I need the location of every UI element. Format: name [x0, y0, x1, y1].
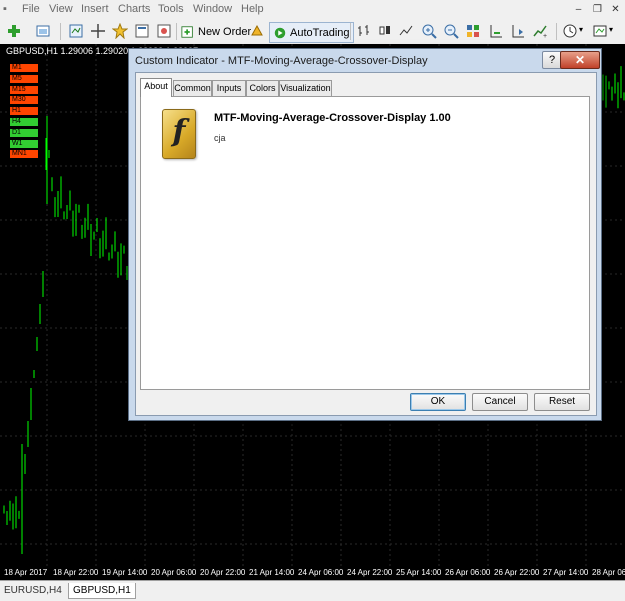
cancel-button[interactable]: Cancel: [472, 393, 528, 411]
tab-visualization[interactable]: Visualization: [279, 80, 332, 96]
timeframe-w1: W1: [10, 139, 38, 148]
time-axis: 18 Apr 2017 18 Apr 22:00 19 Apr 14:00 20 Ap…: [0, 566, 625, 580]
profiles-icon[interactable]: [35, 23, 51, 39]
toolbar-separator: [176, 23, 177, 40]
time-label: 24 Apr 22:00: [347, 568, 393, 577]
time-label: 18 Apr 22:00: [53, 568, 99, 577]
toolbar-separator: [60, 23, 61, 40]
new-order-label: New Order: [198, 25, 252, 38]
time-label: 20 Apr 22:00: [200, 568, 246, 577]
terminal-icon[interactable]: [134, 23, 150, 39]
navigator-icon[interactable]: [112, 23, 128, 39]
custom-indicator-dialog: Custom Indicator - MTF-Moving-Average-Cr…: [128, 48, 602, 421]
templates-icon[interactable]: [592, 23, 608, 39]
help-button[interactable]: ?: [542, 51, 562, 69]
restore-icon[interactable]: ❐: [591, 3, 604, 16]
timeframe-m15: M15: [10, 85, 38, 94]
new-chart-icon[interactable]: [6, 23, 22, 39]
tab-gbpusd-h1[interactable]: GBPUSD,H1: [68, 583, 136, 599]
time-label: 26 Apr 06:00: [445, 568, 491, 577]
autotrading-label: AutoTrading: [290, 26, 350, 39]
timeframe-d1: D1: [10, 128, 38, 137]
tab-colors[interactable]: Colors: [246, 80, 279, 96]
indicator-icon-glyph: f: [172, 114, 186, 149]
timeframe-h4: H4: [10, 118, 38, 126]
tab-common[interactable]: Common: [173, 80, 212, 96]
tab-inputs[interactable]: Inputs: [212, 80, 246, 96]
toolbar-separator: [556, 23, 557, 40]
timeframe-m30: M30: [10, 96, 38, 105]
crosshair-icon[interactable]: [90, 23, 106, 39]
reset-button[interactable]: Reset: [534, 393, 590, 411]
periods-icon[interactable]: [562, 23, 578, 39]
dialog-title: Custom Indicator - MTF-Moving-Average-Cr…: [135, 55, 428, 67]
dialog-body: About Common Inputs Colors Visualization…: [135, 72, 597, 416]
time-label: 28 Apr 06:00: [592, 568, 625, 577]
zoom-in-icon[interactable]: [421, 23, 437, 39]
autotrading-button[interactable]: AutoTrading: [269, 22, 354, 43]
timeframe-m5: M5: [10, 74, 38, 83]
time-label: 25 Apr 14:00: [396, 568, 442, 577]
tab-about[interactable]: About: [140, 78, 172, 97]
market-watch-icon[interactable]: [68, 23, 84, 39]
indicator-name: MTF-Moving-Average-Crossover-Display 1.0…: [214, 112, 451, 124]
timeframe-mn1: MN1: [10, 150, 38, 159]
indicators-icon[interactable]: +: [532, 23, 548, 39]
time-label: 24 Apr 06:00: [298, 568, 344, 577]
new-order-icon: [181, 25, 193, 38]
menu-bar: ▪ File View Insert Charts Tools Window H…: [0, 0, 625, 20]
custom-indicator-icon: f: [162, 109, 196, 159]
time-label: 20 Apr 06:00: [151, 568, 197, 577]
app-icon[interactable]: ▪: [3, 3, 7, 15]
menu-view[interactable]: View: [49, 3, 73, 15]
menu-file[interactable]: File: [22, 3, 40, 15]
menu-window[interactable]: Window: [193, 3, 232, 15]
strategy-tester-icon[interactable]: [156, 23, 172, 39]
bar-chart-icon[interactable]: [356, 23, 372, 39]
toolbar-separator: [350, 23, 351, 40]
menu-tools[interactable]: Tools: [158, 3, 184, 15]
candlestick-icon[interactable]: [377, 23, 393, 39]
timeframe-h1: H1: [10, 107, 38, 116]
chevron-down-icon[interactable]: ▾: [609, 25, 613, 34]
menu-help[interactable]: Help: [241, 3, 264, 15]
autoscroll-icon[interactable]: [510, 23, 526, 39]
ok-button[interactable]: OK: [410, 393, 466, 411]
minimize-icon[interactable]: –: [572, 3, 585, 16]
svg-text:+: +: [543, 33, 547, 39]
menu-insert[interactable]: Insert: [81, 3, 109, 15]
toolbar: New Order AutoTrading + ▾ ▾: [0, 19, 625, 45]
chart-shift-icon[interactable]: [488, 23, 504, 39]
timeframe-m1: M1: [10, 64, 38, 72]
autotrading-icon: [274, 27, 286, 38]
line-chart-icon[interactable]: [398, 23, 414, 39]
time-label: 21 Apr 14:00: [249, 568, 295, 577]
new-order-button[interactable]: New Order: [181, 22, 251, 41]
menu-charts[interactable]: Charts: [118, 3, 150, 15]
chevron-down-icon[interactable]: ▾: [579, 25, 583, 34]
time-label: 26 Apr 22:00: [494, 568, 540, 577]
time-label: 19 Apr 14:00: [102, 568, 148, 577]
dialog-close-button[interactable]: ✕: [560, 51, 600, 69]
about-panel: f MTF-Moving-Average-Crossover-Display 1…: [140, 96, 590, 390]
zoom-out-icon[interactable]: [443, 23, 459, 39]
time-label: 27 Apr 14:00: [543, 568, 589, 577]
time-label: 18 Apr 2017: [4, 568, 48, 577]
close-icon[interactable]: ✕: [609, 3, 622, 16]
chart-tab-bar: EURUSD,H4 GBPUSD,H1: [0, 580, 625, 601]
tile-windows-icon[interactable]: [465, 23, 481, 39]
indicator-author: cja: [214, 133, 226, 143]
expert-icon[interactable]: [249, 23, 265, 39]
tab-eurusd-h4[interactable]: EURUSD,H4: [0, 583, 66, 598]
